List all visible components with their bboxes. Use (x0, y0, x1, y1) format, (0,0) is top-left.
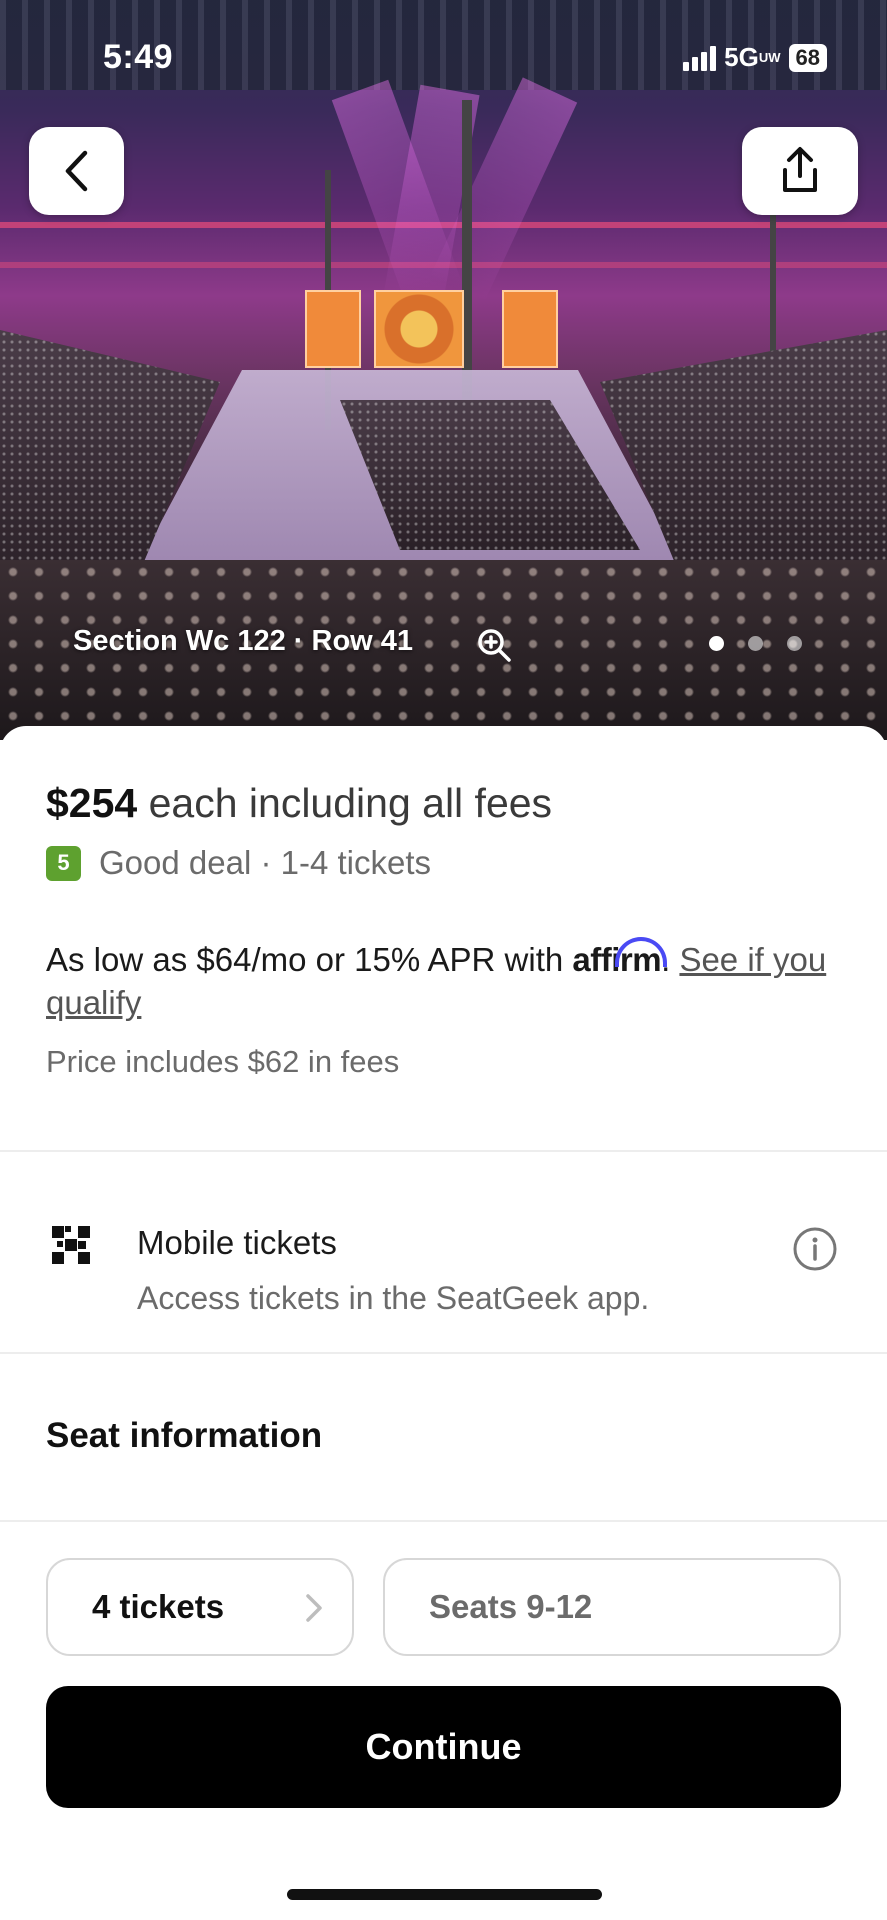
fees-note: Price includes $62 in fees (46, 1044, 400, 1079)
info-icon[interactable] (792, 1226, 838, 1272)
continue-button[interactable]: Continue (46, 1686, 841, 1808)
page-dot[interactable] (709, 636, 724, 651)
seats-button[interactable]: Seats 9-12 (383, 1558, 841, 1656)
status-indicators: 5G UW 68 (683, 42, 827, 73)
price-line: $254 each including all fees (46, 780, 552, 827)
affirm-logo: affirm (572, 937, 668, 978)
zoom-in-icon[interactable] (476, 627, 512, 663)
deal-score-badge: 5 (46, 845, 81, 881)
divider (0, 1352, 887, 1354)
section-row-label: Section Wc 122 · Row 41 (73, 625, 414, 657)
back-chevron-icon (65, 150, 87, 192)
network-type: 5G (724, 42, 759, 72)
stage-screen (374, 290, 464, 368)
price-amount: $254 (46, 780, 138, 826)
checkout-bar: 4 tickets Seats 9-12 Continue (0, 1520, 887, 1920)
status-time: 5:49 (103, 38, 174, 76)
share-button[interactable] (742, 127, 858, 215)
seats-label: Seats 9-12 (429, 1588, 593, 1625)
signal-bars-icon (683, 45, 717, 71)
stage-screen (502, 290, 558, 368)
page-dot[interactable] (787, 636, 802, 651)
ticket-quantity-button[interactable]: 4 tickets (46, 1558, 354, 1656)
image-pagination[interactable] (709, 636, 802, 651)
back-button[interactable] (29, 127, 124, 215)
delivery-subtitle: Access tickets in the SeatGeek app. (137, 1280, 650, 1316)
financing-prefix: As low as $64/mo or 15% APR with (46, 941, 573, 978)
stage-screen (305, 290, 361, 368)
financing-text: As low as $64/mo or 15% APR with affirm.… (46, 937, 846, 1024)
seat-info-heading: Seat information (46, 1416, 323, 1455)
ticket-quantity-label: 4 tickets (92, 1588, 225, 1625)
page-dot[interactable] (748, 636, 763, 651)
chevron-right-icon (306, 1594, 322, 1622)
delivery-row: Mobile tickets Access tickets in the Sea… (0, 1196, 887, 1346)
delivery-title: Mobile tickets (137, 1224, 337, 1261)
deal-line: 5 Good deal · 1-4 tickets (46, 844, 431, 882)
deal-text: Good deal · 1-4 tickets (99, 844, 431, 881)
share-icon (783, 147, 817, 192)
network-subtype: UW (758, 50, 781, 65)
divider (0, 1150, 887, 1152)
home-indicator[interactable] (287, 1889, 602, 1900)
price-suffix: each including all fees (137, 780, 553, 826)
battery-icon: 68 (788, 43, 827, 72)
qr-code-icon (52, 1226, 90, 1264)
venue-view-image[interactable]: 5:49 5G UW 68 Section Wc 122 · Row 41 (0, 0, 887, 740)
